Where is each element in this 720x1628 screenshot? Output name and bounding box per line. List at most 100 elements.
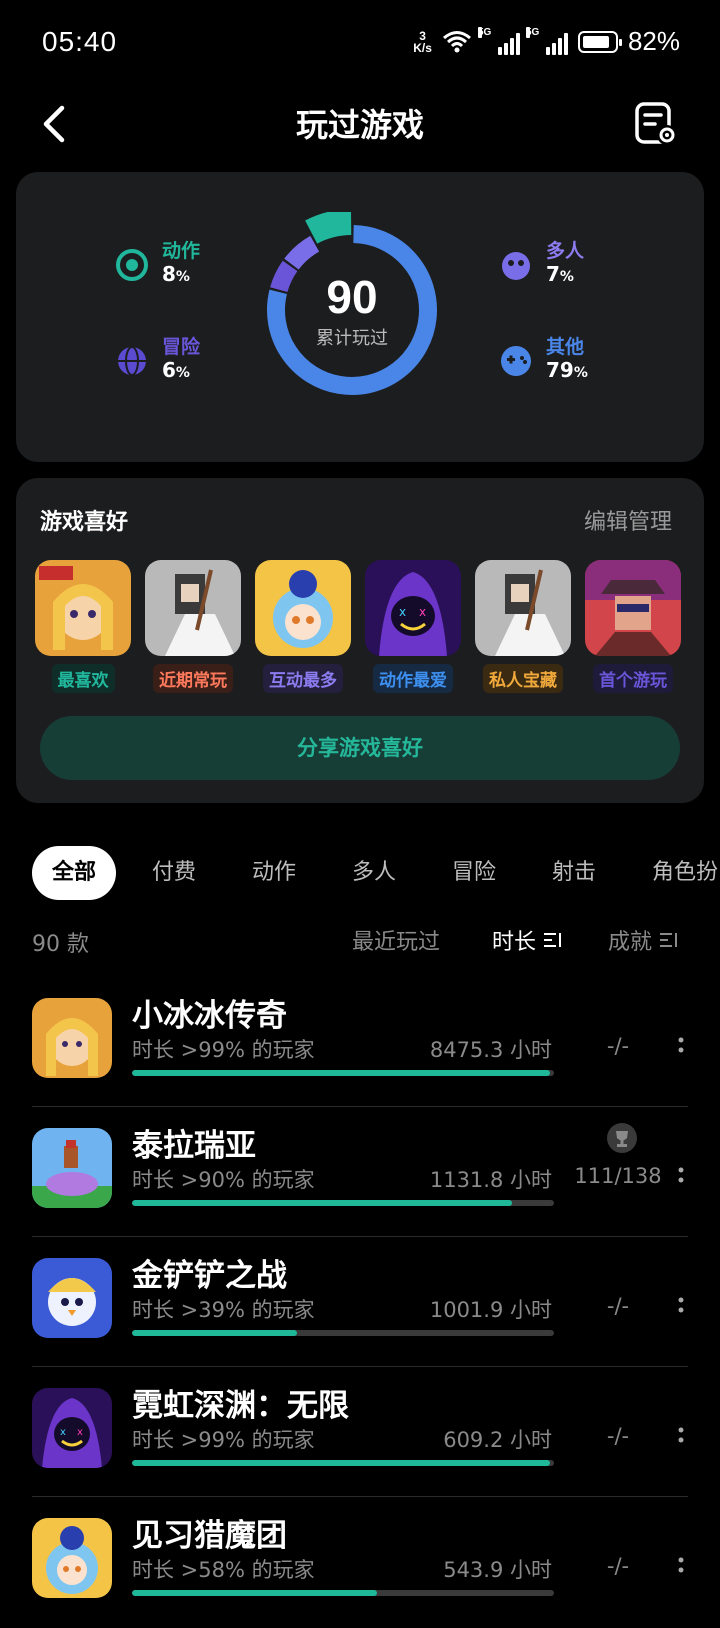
duration-progress-bar: [132, 1460, 554, 1466]
more-icon[interactable]: [678, 1424, 684, 1448]
tab-paid[interactable]: 付费: [152, 846, 196, 900]
more-icon[interactable]: [678, 1554, 684, 1578]
more-icon[interactable]: [678, 1164, 684, 1188]
game-icon: [32, 1128, 112, 1208]
game-hours: 8475.3 小时: [429, 1038, 552, 1062]
tab-multiplayer[interactable]: 多人: [352, 846, 396, 900]
gamepad-icon: [498, 343, 534, 379]
game-count: 90 款: [32, 932, 89, 957]
sort-recent[interactable]: 最近玩过: [352, 924, 440, 956]
divider: [32, 1496, 688, 1497]
edit-manage-link[interactable]: 编辑管理: [584, 504, 672, 536]
game-hours: 1131.8 小时: [429, 1168, 552, 1192]
game-row[interactable]: 小冰冰传奇 时长 >99% 的玩家 8475.3 小时 -/-: [32, 978, 688, 1108]
multiplayer-icon: [498, 247, 534, 283]
pref-item-recent[interactable]: 近期常玩: [145, 560, 241, 693]
status-icons: 3 K/s 5G 5G 82%: [413, 26, 680, 57]
pref-item-favorite[interactable]: 最喜欢: [35, 560, 131, 693]
svg-text:x: x: [77, 1427, 83, 1438]
sort-achievement[interactable]: 成就: [608, 924, 678, 956]
game-thumbnail: [35, 560, 131, 656]
pref-item-action[interactable]: xx 动作最爱: [365, 560, 461, 693]
donut-center: 90 累计玩过: [262, 270, 442, 350]
category-adventure: 冒险 6%: [114, 336, 200, 385]
sort-icon: [544, 933, 562, 947]
signal-icon-2: 5G: [525, 26, 568, 55]
preferences-title: 游戏喜好: [40, 510, 129, 535]
game-row[interactable]: xx 霓虹深渊：无限 时长 >99% 的玩家 609.2 小时 -/-: [32, 1368, 688, 1498]
category-other: 其他 79%: [498, 336, 588, 385]
globe-icon: [114, 343, 150, 379]
game-percentile: 时长 >99% 的玩家: [132, 1038, 315, 1062]
tab-action[interactable]: 动作: [252, 846, 296, 900]
pref-item-interaction[interactable]: 互动最多: [255, 560, 351, 693]
game-hours: 1001.9 小时: [429, 1298, 552, 1322]
divider: [32, 1106, 688, 1107]
net-speed: 3 K/s: [413, 28, 432, 55]
category-multiplayer: 多人 7%: [498, 240, 584, 289]
game-name: 霓虹深渊：无限: [132, 1388, 349, 1424]
svg-text:x: x: [419, 605, 426, 619]
game-achievement: -/-: [606, 1554, 630, 1578]
game-icon: [32, 1518, 112, 1598]
game-name: 小冰冰传奇: [132, 998, 287, 1034]
game-icon: xx: [32, 1388, 112, 1468]
game-achievement: -/-: [606, 1294, 630, 1318]
game-hours: 609.2 小时: [443, 1428, 552, 1452]
sort-duration[interactable]: 时长: [492, 924, 562, 956]
game-percentile: 时长 >39% 的玩家: [132, 1298, 315, 1322]
game-thumbnail: [475, 560, 571, 656]
game-achievement: -/-: [606, 1424, 630, 1448]
game-achievement: 111/138: [574, 1164, 662, 1188]
game-name: 见习猎魔团: [132, 1518, 287, 1554]
duration-progress-bar: [132, 1330, 554, 1336]
game-percentile: 时长 >58% 的玩家: [132, 1558, 315, 1582]
tab-shooter[interactable]: 射击: [552, 846, 596, 900]
status-time: 05:40: [42, 26, 118, 57]
game-achievement: -/-: [606, 1034, 630, 1058]
share-preferences-button[interactable]: 分享游戏喜好: [40, 716, 680, 780]
game-thumbnail: xx: [365, 560, 461, 656]
total-played-label: 累计玩过: [316, 328, 388, 349]
category-action: 动作 8%: [114, 240, 200, 289]
tab-adventure[interactable]: 冒险: [452, 846, 496, 900]
game-percentile: 时长 >90% 的玩家: [132, 1168, 315, 1192]
action-icon: [114, 247, 150, 283]
game-thumbnail: [585, 560, 681, 656]
game-icon: [32, 1258, 112, 1338]
tab-all[interactable]: 全部: [32, 846, 117, 900]
game-name: 金铲铲之战: [132, 1258, 287, 1294]
game-thumbnail: [255, 560, 351, 656]
game-hours: 543.9 小时: [443, 1558, 552, 1582]
tab-rpg[interactable]: 角色扮: [652, 846, 718, 900]
list-settings-icon[interactable]: [634, 100, 680, 148]
battery-icon: [577, 30, 622, 53]
game-row[interactable]: 金铲铲之战 时长 >39% 的玩家 1001.9 小时 -/-: [32, 1238, 688, 1368]
svg-text:x: x: [60, 1427, 66, 1438]
total-played-count: 90: [326, 271, 378, 323]
divider: [32, 1366, 688, 1367]
more-icon[interactable]: [678, 1294, 684, 1318]
donut-segment-多人: [284, 235, 320, 270]
battery-percent: 82%: [627, 26, 680, 56]
game-thumbnail: [145, 560, 241, 656]
sort-icon: [660, 933, 678, 947]
pref-item-treasure[interactable]: 私人宝藏: [475, 560, 571, 693]
game-name: 泰拉瑞亚: [132, 1128, 256, 1164]
page-title: 玩过游戏: [295, 106, 424, 144]
duration-progress-bar: [132, 1070, 554, 1076]
donut-segment-动作: [305, 212, 352, 244]
game-percentile: 时长 >99% 的玩家: [132, 1428, 315, 1452]
wifi-icon: [442, 30, 471, 52]
game-icon: [32, 998, 112, 1078]
duration-progress-bar: [132, 1200, 554, 1206]
pref-item-first-played[interactable]: 首个游玩: [585, 560, 681, 693]
divider: [32, 1236, 688, 1237]
duration-progress-bar: [132, 1590, 554, 1596]
game-row[interactable]: 泰拉瑞亚 时长 >90% 的玩家 1131.8 小时 111/138: [32, 1108, 688, 1238]
game-row[interactable]: 见习猎魔团 时长 >58% 的玩家 543.9 小时 -/-: [32, 1498, 688, 1628]
trophy-icon: [607, 1123, 637, 1153]
svg-text:x: x: [399, 605, 406, 619]
signal-icon-1: 5G: [477, 26, 520, 55]
more-icon[interactable]: [678, 1034, 684, 1058]
